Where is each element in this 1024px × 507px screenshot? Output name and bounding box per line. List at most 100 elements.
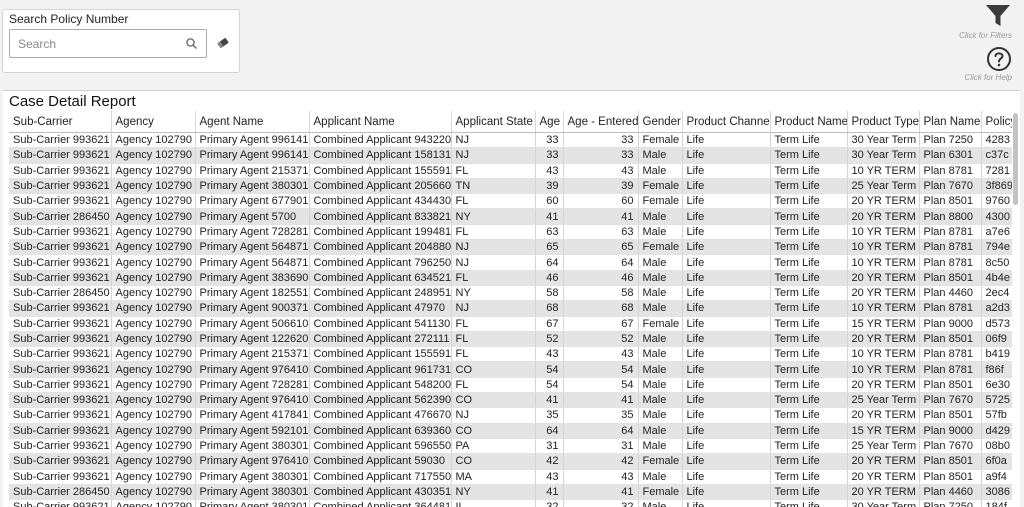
- table-cell: Male: [638, 362, 682, 377]
- table-cell: Plan 4460: [919, 484, 981, 499]
- table-row[interactable]: Sub-Carrier 286450Agency 102790Primary A…: [9, 285, 1012, 300]
- policy-search-panel: Search Policy Number: [2, 9, 240, 73]
- table-cell: Female: [638, 484, 682, 499]
- table-cell: 60: [563, 194, 638, 209]
- column-header-agent-name[interactable]: Agent Name: [195, 111, 309, 133]
- table-cell: Plan 9000: [919, 316, 981, 331]
- table-row[interactable]: Sub-Carrier 993621Agency 102790Primary A…: [9, 408, 1012, 423]
- column-header-age[interactable]: Age: [535, 111, 563, 133]
- table-cell: 64: [535, 255, 563, 270]
- column-header-gender[interactable]: Gender: [638, 111, 682, 133]
- table-row[interactable]: Sub-Carrier 993621Agency 102790Primary A…: [9, 377, 1012, 392]
- column-header-plan-name[interactable]: Plan Name: [919, 111, 981, 133]
- eraser-icon[interactable]: [215, 36, 231, 50]
- table-cell: Primary Agent 976410: [195, 393, 309, 408]
- help-icon[interactable]: [986, 46, 1012, 72]
- table-cell: Combined Applicant 158131: [309, 148, 451, 163]
- table-row[interactable]: Sub-Carrier 993621Agency 102790Primary A…: [9, 469, 1012, 484]
- table-row[interactable]: Sub-Carrier 993621Agency 102790Primary A…: [9, 438, 1012, 453]
- table-cell: Life: [682, 133, 770, 148]
- table-cell: Sub-Carrier 286450: [9, 484, 111, 499]
- table-row[interactable]: Sub-Carrier 993621Agency 102790Primary A…: [9, 224, 1012, 239]
- table-cell: f86f: [981, 362, 1012, 377]
- table-cell: 4300: [981, 209, 1012, 224]
- column-header-product-name[interactable]: Product Name: [770, 111, 847, 133]
- table-cell: Agency 102790: [111, 148, 195, 163]
- case-detail-report: Case Detail Report Sub-CarrierAgencyAgen…: [3, 90, 1020, 507]
- table-cell: c37c: [981, 148, 1012, 163]
- table-row[interactable]: Sub-Carrier 993621Agency 102790Primary A…: [9, 393, 1012, 408]
- table-row[interactable]: Sub-Carrier 993621Agency 102790Primary A…: [9, 255, 1012, 270]
- table-cell: 33: [563, 148, 638, 163]
- table-cell: Agency 102790: [111, 362, 195, 377]
- table-cell: FL: [451, 270, 535, 285]
- table-cell: Primary Agent 592101: [195, 423, 309, 438]
- column-header-applicant-state[interactable]: Applicant State: [451, 111, 535, 133]
- table-row[interactable]: Sub-Carrier 993621Agency 102790Primary A…: [9, 148, 1012, 163]
- table-row[interactable]: Sub-Carrier 993621Agency 102790Primary A…: [9, 270, 1012, 285]
- table-cell: 20 YR TERM: [847, 454, 919, 469]
- table-cell: Agency 102790: [111, 270, 195, 285]
- table-row[interactable]: Sub-Carrier 993621Agency 102790Primary A…: [9, 331, 1012, 346]
- table-cell: 20 YR TERM: [847, 194, 919, 209]
- column-header-policy[interactable]: Policy: [981, 111, 1012, 133]
- filter-icon[interactable]: [984, 3, 1012, 29]
- table-cell: Term Life: [770, 438, 847, 453]
- table-cell: Life: [682, 423, 770, 438]
- table-cell: Combined Applicant 205660: [309, 178, 451, 193]
- table-cell: Term Life: [770, 178, 847, 193]
- table-cell: Plan 8501: [919, 454, 981, 469]
- column-header-sub-carrier[interactable]: Sub-Carrier: [9, 111, 111, 133]
- table-row[interactable]: Sub-Carrier 993621Agency 102790Primary A…: [9, 362, 1012, 377]
- table-cell: Combined Applicant 430351: [309, 484, 451, 499]
- table-row[interactable]: Sub-Carrier 993621Agency 102790Primary A…: [9, 316, 1012, 331]
- table-row[interactable]: Sub-Carrier 993621Agency 102790Primary A…: [9, 163, 1012, 178]
- table-cell: Sub-Carrier 993621: [9, 393, 111, 408]
- table-row[interactable]: Sub-Carrier 286450Agency 102790Primary A…: [9, 484, 1012, 499]
- table-cell: Plan 8800: [919, 209, 981, 224]
- table-cell: Life: [682, 316, 770, 331]
- vertical-scrollbar[interactable]: [1013, 113, 1018, 205]
- table-cell: 10 YR TERM: [847, 255, 919, 270]
- table-row[interactable]: Sub-Carrier 993621Agency 102790Primary A…: [9, 133, 1012, 148]
- table-cell: Primary Agent 122620: [195, 331, 309, 346]
- table-row[interactable]: Sub-Carrier 993621Agency 102790Primary A…: [9, 240, 1012, 255]
- filter-caption: Click for Filters: [959, 31, 1012, 40]
- table-cell: Primary Agent 182551: [195, 285, 309, 300]
- table-cell: Term Life: [770, 240, 847, 255]
- table-row[interactable]: Sub-Carrier 993621Agency 102790Primary A…: [9, 178, 1012, 193]
- table-cell: Agency 102790: [111, 194, 195, 209]
- column-header-age-entered[interactable]: Age - Entered: [563, 111, 638, 133]
- column-header-product-type[interactable]: Product Type: [847, 111, 919, 133]
- table-cell: Sub-Carrier 993621: [9, 255, 111, 270]
- column-header-product-channel[interactable]: Product Channel: [682, 111, 770, 133]
- table-cell: Sub-Carrier 993621: [9, 469, 111, 484]
- table-row[interactable]: Sub-Carrier 286450Agency 102790Primary A…: [9, 209, 1012, 224]
- table-cell: Life: [682, 438, 770, 453]
- table-cell: Combined Applicant 541130: [309, 316, 451, 331]
- table-cell: Plan 8781: [919, 347, 981, 362]
- table-row[interactable]: Sub-Carrier 993621Agency 102790Primary A…: [9, 423, 1012, 438]
- table-cell: Life: [682, 331, 770, 346]
- table-cell: Primary Agent 976410: [195, 362, 309, 377]
- table-cell: NJ: [451, 240, 535, 255]
- table-cell: Primary Agent 383690: [195, 270, 309, 285]
- table-cell: 33: [535, 148, 563, 163]
- table-cell: Combined Applicant 943220: [309, 133, 451, 148]
- table-row[interactable]: Sub-Carrier 993621Agency 102790Primary A…: [9, 347, 1012, 362]
- table-cell: Life: [682, 255, 770, 270]
- search-input[interactable]: [10, 30, 188, 57]
- table-cell: 43: [563, 163, 638, 178]
- table-row[interactable]: Sub-Carrier 993621Agency 102790Primary A…: [9, 454, 1012, 469]
- report-table-viewport[interactable]: Sub-CarrierAgencyAgent NameApplicant Nam…: [9, 111, 1012, 507]
- column-header-agency[interactable]: Agency: [111, 111, 195, 133]
- table-row[interactable]: Sub-Carrier 993621Agency 102790Primary A…: [9, 194, 1012, 209]
- table-cell: Plan 8501: [919, 194, 981, 209]
- search-icon[interactable]: [185, 37, 198, 50]
- column-header-applicant-name[interactable]: Applicant Name: [309, 111, 451, 133]
- table-cell: Male: [638, 209, 682, 224]
- search-field-wrapper[interactable]: [9, 29, 207, 58]
- table-cell: Plan 7250: [919, 133, 981, 148]
- table-cell: Female: [638, 454, 682, 469]
- table-row[interactable]: Sub-Carrier 993621Agency 102790Primary A…: [9, 301, 1012, 316]
